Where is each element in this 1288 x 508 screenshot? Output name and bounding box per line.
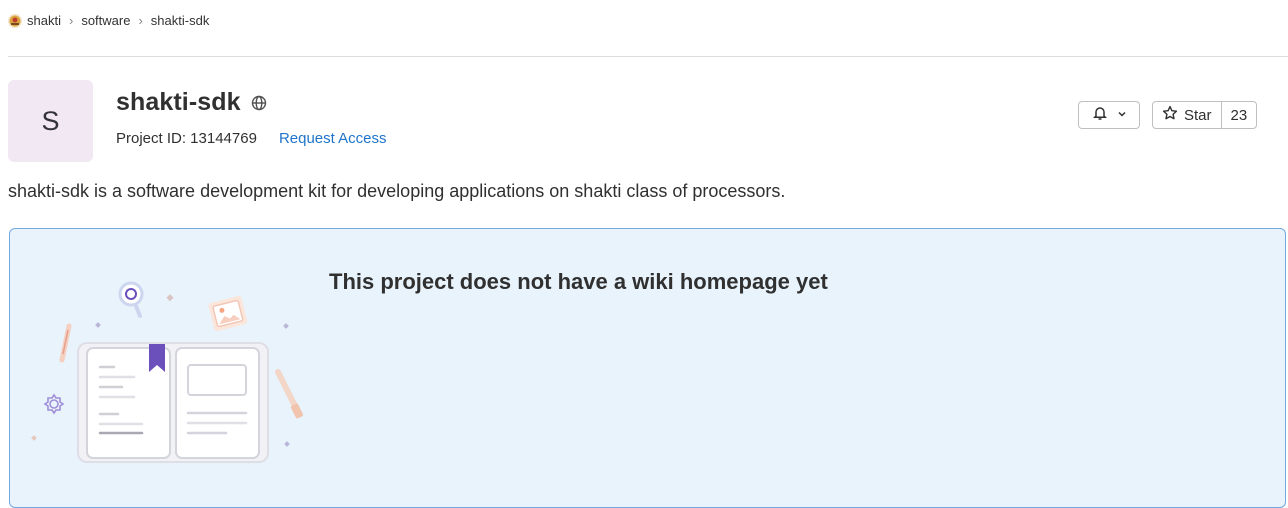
wiki-empty-title: This project does not have a wiki homepa… — [329, 269, 828, 294]
breadcrumb: shakti › software › shakti-sdk — [8, 13, 209, 28]
request-access-link[interactable]: Request Access — [279, 130, 387, 147]
project-id: Project ID: 13144769 — [116, 130, 257, 147]
project-title-row: shakti-sdk — [116, 88, 267, 117]
bell-icon — [1092, 105, 1108, 126]
project-avatar[interactable]: S — [8, 80, 93, 162]
breadcrumb-item-shakti[interactable]: shakti — [27, 13, 61, 28]
project-meta: Project ID: 13144769 Request Access — [116, 130, 387, 147]
wiki-empty-illustration — [30, 274, 320, 479]
project-name: shakti-sdk — [116, 88, 241, 116]
star-button[interactable]: Star — [1153, 102, 1222, 128]
breadcrumb-separator: › — [68, 13, 74, 28]
header-divider — [8, 56, 1288, 57]
star-icon — [1162, 105, 1178, 125]
star-count-link[interactable]: 23 — [1222, 102, 1257, 128]
breadcrumb-item-software[interactable]: software — [81, 13, 130, 28]
breadcrumb-item-shakti-sdk[interactable]: shakti-sdk — [151, 13, 210, 28]
group-avatar-icon[interactable] — [8, 13, 22, 28]
globe-icon — [251, 95, 267, 111]
project-description: shakti-sdk is a software development kit… — [8, 181, 786, 201]
star-button-group: Star 23 — [1152, 101, 1258, 129]
breadcrumb-separator: › — [138, 13, 143, 28]
notification-dropdown-button[interactable] — [1078, 101, 1140, 129]
star-label: Star — [1184, 106, 1212, 124]
chevron-down-icon — [1117, 106, 1127, 124]
wiki-empty-state: This project does not have a wiki homepa… — [9, 228, 1286, 508]
